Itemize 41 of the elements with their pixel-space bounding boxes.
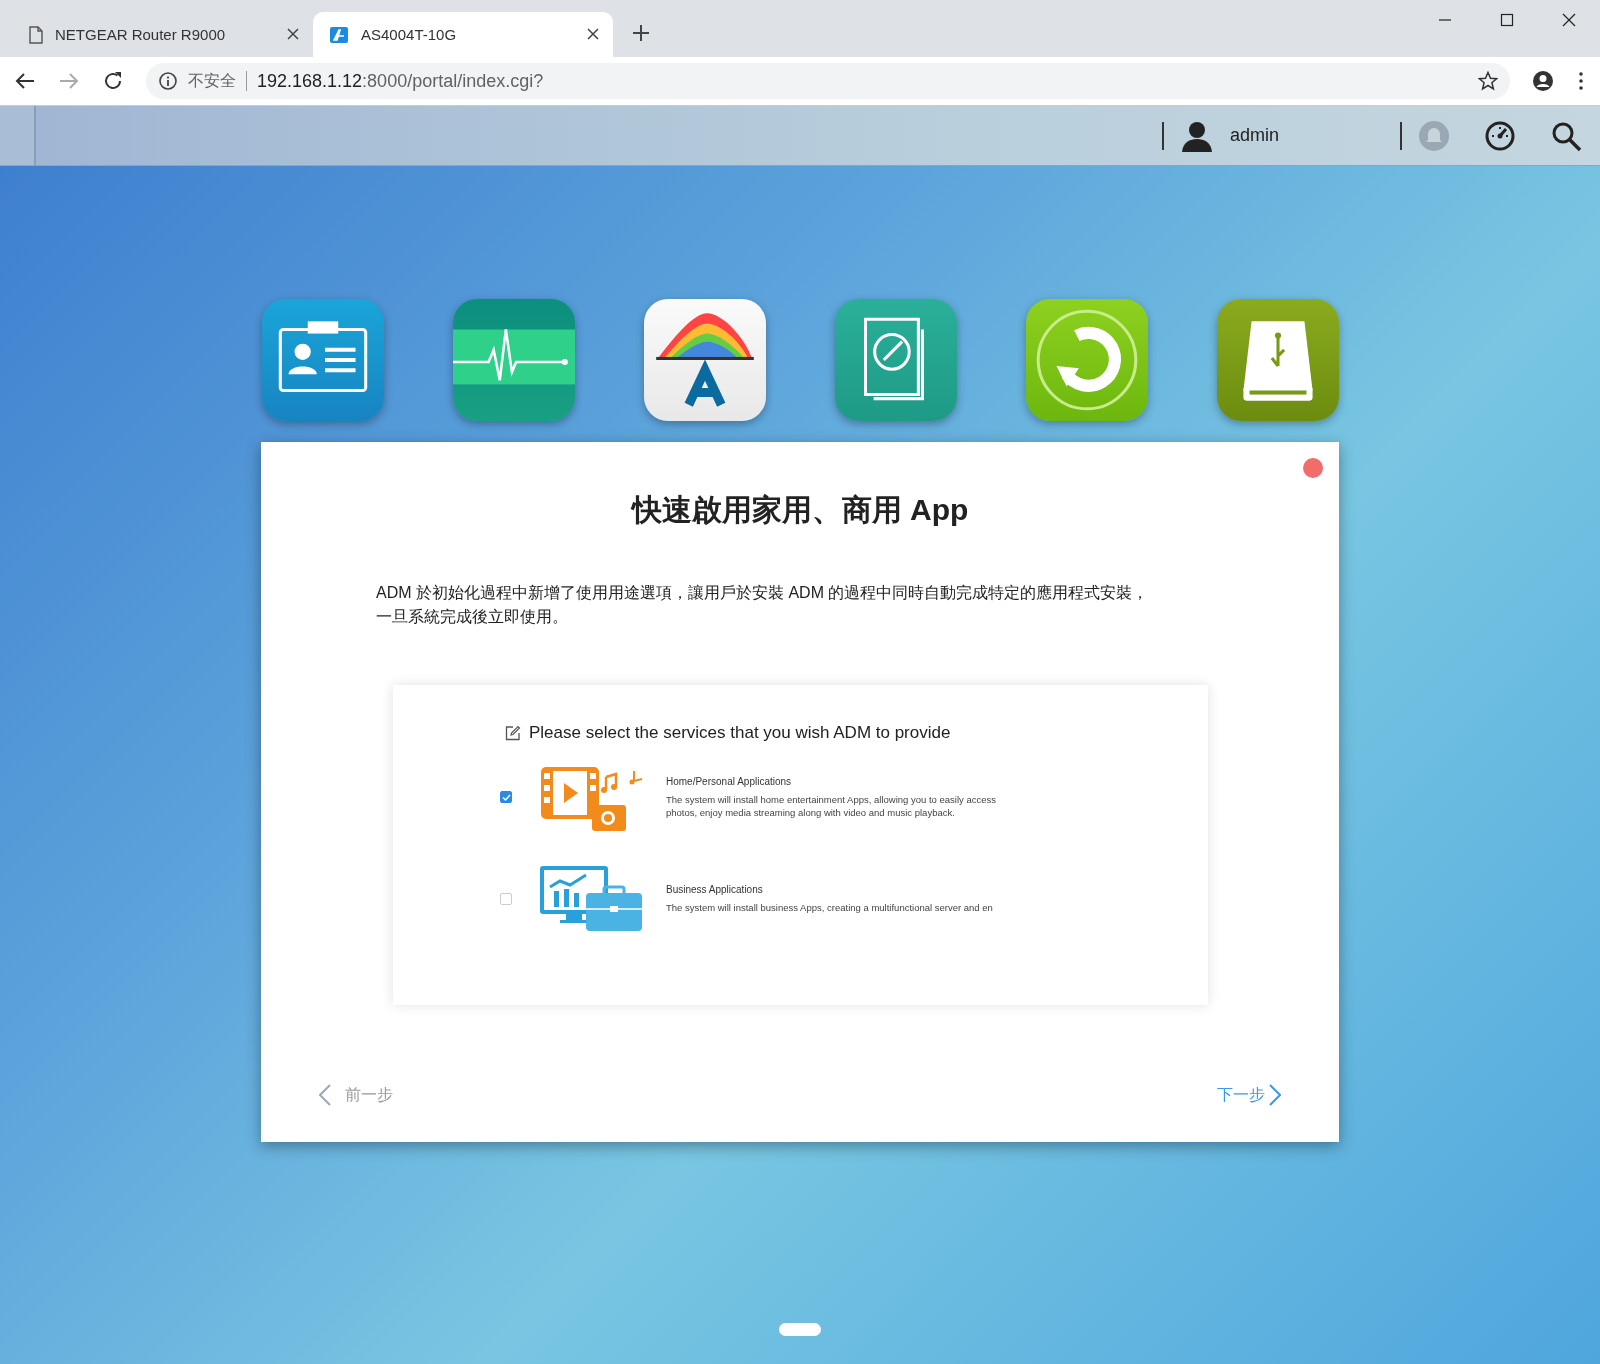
dashboard-gauge-icon[interactable] (1484, 119, 1516, 152)
tab-title: NETGEAR Router R9000 (55, 26, 227, 43)
browser-tab[interactable]: AS4004T-10G (313, 12, 613, 57)
chevron-left-icon[interactable] (319, 1084, 331, 1106)
browser-tab[interactable]: NETGEAR Router R9000 (13, 12, 313, 57)
card-heading: Please select the services that you wish ADM to provide (529, 723, 951, 743)
user-name[interactable]: admin (1230, 125, 1280, 146)
usb-drive-icon[interactable] (1216, 299, 1339, 421)
app-logo-icon (329, 25, 349, 44)
star-icon[interactable] (1478, 71, 1498, 91)
service-description: The system will install business Apps, creating a multifunctional server and en (666, 901, 994, 914)
edit-icon (505, 725, 521, 741)
heartbeat-chart-icon[interactable] (452, 299, 575, 421)
dialog-description-line: ADM 於初始化過程中新增了使用用途選項，讓用戶於安裝 ADM 的過程中同時自動完成特定的應用程式安裝， (376, 583, 1149, 603)
url-text: 192.168.1.12:8000/portal/index.cgi? (257, 70, 545, 92)
menu-button[interactable] (1576, 70, 1586, 92)
service-checkbox[interactable] (500, 791, 512, 803)
info-icon (158, 71, 178, 91)
security-label: 不安全 (188, 70, 236, 91)
account-button[interactable] (1532, 70, 1554, 92)
plus-icon[interactable] (633, 25, 649, 41)
tab-title: AS4004T-10G (361, 26, 458, 43)
maximize-icon[interactable] (1499, 12, 1515, 28)
page-indicator[interactable] (779, 1323, 821, 1336)
service-checkbox[interactable] (500, 893, 512, 905)
reload-button[interactable] (102, 70, 124, 92)
service-title: Home/Personal Applications (666, 775, 793, 787)
rainbow-a-icon[interactable] (643, 299, 766, 421)
compass-book-icon[interactable] (834, 299, 957, 421)
dialog-description-line: 一旦系統完成後立即使用。 (376, 607, 568, 627)
address-bar[interactable]: 不安全 192.168.1.12:8000/portal/index.cgi? (146, 63, 1510, 99)
close-dot-button[interactable] (1303, 458, 1323, 478)
service-title: Business Applications (666, 884, 764, 895)
chevron-right-icon[interactable] (1269, 1084, 1281, 1106)
page-icon (29, 25, 43, 44)
dialog-title: 快速啟用家用、商用 App (631, 492, 969, 528)
close-icon[interactable] (1561, 12, 1577, 28)
contact-card-icon[interactable] (261, 299, 384, 421)
user-icon[interactable] (1180, 119, 1214, 152)
service-description: The system will install home entertainment Apps, allowing you to easily access photos, enjoy media streaming along with video and music playback. (666, 792, 997, 819)
sidebar-toggle[interactable] (0, 106, 36, 165)
